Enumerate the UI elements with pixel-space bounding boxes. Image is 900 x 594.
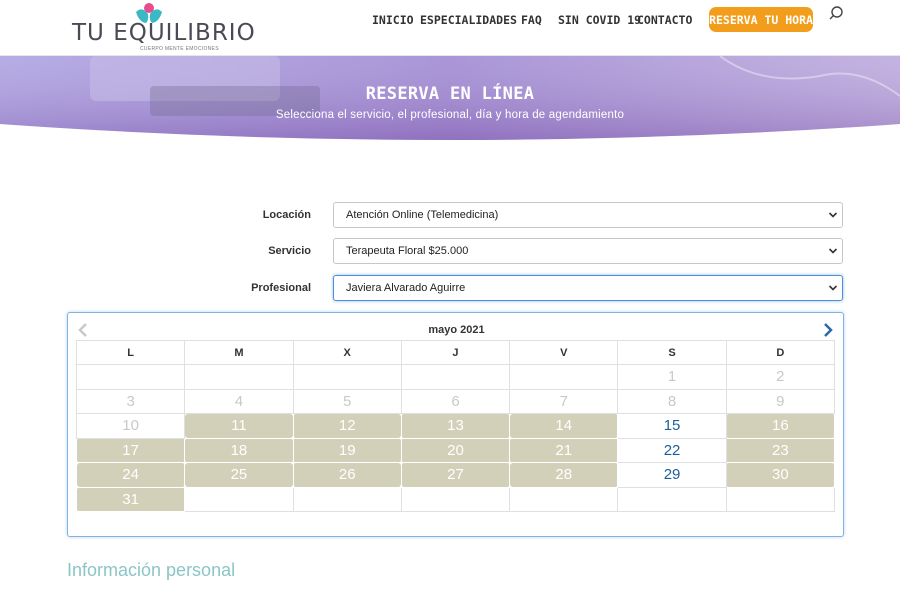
calendar-day: 4 (184, 388, 294, 414)
calendar-day: 16 (725, 413, 836, 439)
professional-row: Profesional Javiera Alvarado Aguirre (0, 275, 900, 301)
nav-especialidades[interactable]: ESPECIALIDADES (420, 13, 517, 27)
logo-text: TU EQUILIBRIO (72, 20, 256, 46)
calendar-empty-cell (292, 364, 402, 390)
weekday-label: M (184, 340, 294, 365)
calendar-day: 23 (725, 437, 836, 463)
site-header: TU EQUILIBRIO CUERPO MENTE EMOCIONES INI… (0, 0, 900, 56)
weekday-label: L (75, 340, 186, 365)
calendar-day: 8 (617, 388, 727, 414)
weekday-label: V (509, 340, 619, 365)
service-value: Terapeuta Floral $25.000 (346, 245, 469, 257)
calendar-day: 2 (725, 364, 836, 390)
calendar-day: 3 (75, 388, 186, 414)
calendar-empty-cell (509, 364, 619, 390)
calendar-empty-cell (617, 486, 727, 512)
calendar-empty-cell (509, 486, 619, 512)
reserve-button[interactable]: RESERVA TU HORA (709, 7, 813, 32)
calendar-day: 18 (184, 437, 294, 463)
service-select[interactable]: Terapeuta Floral $25.000 (333, 238, 843, 264)
calendar-empty-cell (184, 364, 294, 390)
nav-faq[interactable]: FAQ (521, 13, 542, 27)
booking-calendar: mayo 2021 L M X J V S D 1 2 3 4 5 6 7 8 9 10 11 12 1… (67, 312, 844, 537)
calendar-day: 14 (509, 413, 619, 439)
location-label: Locación (262, 209, 311, 221)
page-subtitle: Selecciona el servicio, el profesional, … (275, 109, 625, 121)
calendar-week-row: 31 (75, 486, 836, 512)
hero-banner: RESERVA EN LÍNEA Selecciona el servicio,… (0, 56, 900, 146)
calendar-empty-cell (725, 486, 836, 512)
calendar-day: 28 (509, 462, 619, 488)
calendar-day[interactable]: 15 (617, 413, 727, 439)
location-value: Atención Online (Telemedicina) (346, 209, 499, 221)
calendar-day: 17 (75, 437, 186, 463)
weekday-label: J (400, 340, 511, 365)
calendar-day[interactable]: 29 (617, 462, 727, 488)
calendar-grid: L M X J V S D 1 2 3 4 5 6 7 8 9 10 11 12 13 14 15 16 17 1… (75, 340, 836, 512)
calendar-day: 7 (509, 388, 619, 414)
location-select[interactable]: Atención Online (Telemedicina) (333, 202, 843, 228)
calendar-day: 11 (184, 413, 294, 439)
calendar-day: 20 (400, 437, 511, 463)
search-icon[interactable] (828, 5, 844, 21)
calendar-day: 25 (184, 462, 294, 488)
calendar-empty-cell (184, 486, 294, 512)
calendar-month: mayo 2021 (428, 324, 485, 336)
calendar-empty-cell (400, 364, 511, 390)
professional-value: Javiera Alvarado Aguirre (346, 282, 466, 294)
calendar-day: 13 (400, 413, 511, 439)
chevron-down-icon (828, 285, 838, 291)
weekday-label: X (292, 340, 402, 365)
logo-tagline: CUERPO MENTE EMOCIONES (140, 46, 219, 52)
professional-label: Profesional (251, 282, 311, 294)
chevron-right-icon[interactable] (821, 322, 835, 338)
calendar-day: 10 (75, 413, 186, 439)
chevron-down-icon (828, 248, 838, 254)
calendar-empty-cell (400, 486, 511, 512)
calendar-day: 31 (75, 486, 186, 512)
calendar-week-row: 10 11 12 13 14 15 16 (75, 413, 836, 439)
calendar-day[interactable]: 22 (617, 437, 727, 463)
calendar-day: 24 (75, 462, 186, 488)
weekday-label: D (725, 340, 836, 365)
calendar-day: 9 (725, 388, 836, 414)
calendar-week-row: 3456789 (75, 388, 836, 414)
nav-sin-covid[interactable]: SIN COVID 19 (558, 13, 641, 27)
weekday-label: S (617, 340, 727, 365)
calendar-week-row: 24 25 26 27 28 29 30 (75, 462, 836, 488)
calendar-week-row: 17 18 19 20 21 22 23 (75, 437, 836, 463)
calendar-day: 12 (292, 413, 402, 439)
calendar-day: 27 (400, 462, 511, 488)
service-row: Servicio Terapeuta Floral $25.000 (0, 238, 900, 264)
calendar-week-row: 12 (75, 364, 836, 390)
calendar-day: 21 (509, 437, 619, 463)
weekday-header: L M X J V S D (75, 340, 836, 365)
chevron-down-icon (828, 212, 838, 218)
calendar-day: 26 (292, 462, 402, 488)
professional-select[interactable]: Javiera Alvarado Aguirre (333, 275, 843, 301)
calendar-day: 19 (292, 437, 402, 463)
calendar-day: 1 (617, 364, 727, 390)
calendar-empty-cell (75, 364, 186, 390)
nav-inicio[interactable]: INICIO (372, 13, 414, 27)
calendar-empty-cell (292, 486, 402, 512)
page-title: RESERVA EN LÍNEA (365, 84, 535, 104)
site-logo[interactable]: TU EQUILIBRIO CUERPO MENTE EMOCIONES (72, 2, 255, 54)
calendar-day: 6 (400, 388, 511, 414)
calendar-day: 5 (292, 388, 402, 414)
service-label: Servicio (268, 245, 311, 257)
location-row: Locación Atención Online (Telemedicina) (0, 202, 900, 228)
personal-info-heading: Información personal (67, 560, 236, 580)
nav-contacto[interactable]: CONTACTO (637, 13, 692, 27)
calendar-day: 30 (725, 462, 836, 488)
